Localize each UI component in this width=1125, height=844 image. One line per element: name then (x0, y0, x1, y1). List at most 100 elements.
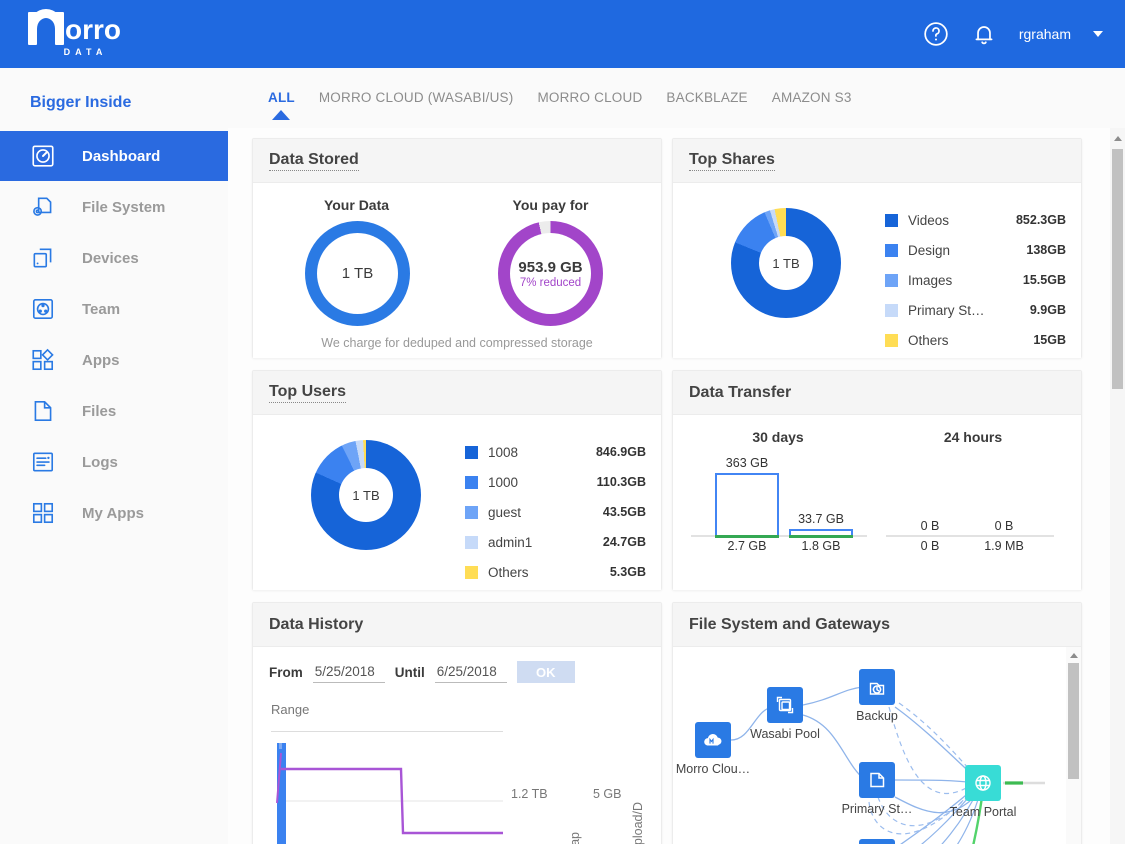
topology-node-morro-cloud[interactable]: Morro Clou… (676, 722, 750, 776)
card-body: Your Data 1 TB You pay for 953.9 GB 7% r… (253, 183, 661, 358)
legend-value: 846.9GB (595, 445, 646, 459)
data-stored-footnote: We charge for deduped and compressed sto… (321, 336, 593, 350)
sidebar-item-files[interactable]: Files (0, 386, 228, 436)
card-title: Data Transfer (689, 383, 792, 401)
legend-swatch (885, 243, 898, 257)
user-menu-label[interactable]: rgraham (1019, 26, 1071, 42)
card-title: Data Stored (269, 151, 359, 171)
sidebar-item-devices[interactable]: Devices (0, 233, 228, 283)
app-logo[interactable]: orro DATA (28, 9, 121, 57)
sidebar-item-my-apps[interactable]: My Apps (0, 488, 228, 538)
topology-node-share-2[interactable] (859, 839, 895, 844)
topology-node-label: Backup (856, 709, 898, 723)
topology-node-wasabi-pool[interactable]: Wasabi Pool (750, 687, 820, 741)
transfer-column-heading: 24 hours (943, 429, 1003, 445)
topology-node-backup[interactable]: Backup (856, 669, 898, 723)
transfer-bar-bottom-label: 1.9 MB (984, 539, 1024, 553)
sidebar-item-label: Apps (82, 351, 120, 369)
tab-amazon-s3[interactable]: AMAZON S3 (772, 90, 852, 105)
from-date-input[interactable] (312, 661, 385, 683)
card-body: From Until OK Range 1.2 TB 800 GB Cap 5 … (253, 647, 661, 844)
transfer-bar-bottom-label: 2.7 GB (727, 539, 767, 553)
chevron-down-icon[interactable] (1093, 31, 1103, 37)
topology-node-team-portal[interactable]: Team Portal (950, 765, 1016, 819)
card-body: Morro Clou… Wasabi Pool Backup Primary S… (673, 647, 1081, 844)
card-data-history: Data History From Until OK Range 1.2 (252, 602, 662, 844)
topology-scrollbar-thumb[interactable] (1068, 663, 1079, 779)
devices-icon (30, 245, 56, 271)
legend-label: Others (488, 564, 529, 580)
transfer-bar-up (715, 473, 779, 535)
sidebar-item-apps[interactable]: Apps (0, 335, 228, 385)
logo-subtext: DATA (63, 47, 108, 57)
ok-button[interactable]: OK (516, 661, 575, 683)
folder-gear-icon (30, 194, 56, 220)
tab-backblaze[interactable]: BACKBLAZE (666, 90, 747, 105)
you-pay-for-heading: You pay for (512, 197, 589, 213)
top-users-donut: 1 TB (311, 440, 421, 550)
legend-swatch (885, 213, 898, 227)
legend-value: 24.7GB (602, 535, 646, 549)
legend-swatch (885, 273, 898, 287)
tab-all[interactable]: ALL (268, 90, 295, 105)
legend-swatch (885, 303, 898, 317)
file-icon (30, 398, 56, 424)
scroll-up-arrow-icon[interactable] (1114, 136, 1122, 141)
card-header: Top Users (253, 371, 661, 415)
card-header: Data Transfer (673, 371, 1081, 415)
tab-morro-cloud-wasabi-us[interactable]: MORRO CLOUD (WASABI/US) (319, 90, 514, 105)
legend-swatch (465, 535, 478, 549)
sidebar-item-label: Devices (82, 249, 139, 267)
sidebar-item-team[interactable]: Team (0, 284, 228, 334)
card-data-transfer: Data Transfer 30 days 363 GB 2.7 GB 33.7… (672, 370, 1082, 590)
legend-label: admin1 (488, 534, 533, 550)
logo-m-icon (28, 9, 64, 45)
sidebar-item-label: Logs (82, 453, 118, 471)
bell-icon[interactable] (971, 21, 997, 47)
transfer-bar-top-label: 363 GB (725, 456, 769, 470)
transfer-bar-top-label: 0 B (920, 519, 940, 533)
sidebar-item-file-system[interactable]: File System (0, 182, 228, 232)
page-scrollbar-track[interactable] (1110, 128, 1125, 844)
legend-label: Videos (908, 212, 950, 228)
legend-value: 43.5GB (602, 505, 646, 519)
sidebar-item-dashboard[interactable]: Dashboard (0, 131, 252, 181)
transfer-column-30days: 30 days 363 GB 2.7 GB 33.7 GB 1.8 GB (683, 415, 873, 553)
card-top-users: Top Users 1 TB 1008 846.9GB 1000 110.3GB (252, 370, 662, 590)
your-data-value: 1 TB (341, 265, 374, 282)
topology-scrollbar-track[interactable] (1066, 647, 1081, 844)
card-file-system-gateways: File System and Gateways Morro Clou… Was… (672, 602, 1082, 844)
card-body: 30 days 363 GB 2.7 GB 33.7 GB 1.8 GB 24 … (673, 415, 1081, 590)
question-circle-icon[interactable] (923, 21, 949, 47)
legend-item: Images 15.5GB (885, 265, 1066, 295)
scroll-up-arrow-icon[interactable] (1070, 653, 1078, 658)
legend-value: 15GB (1033, 333, 1066, 347)
card-header: Top Shares (673, 139, 1081, 183)
sidebar-item-label: File System (82, 198, 166, 216)
range-slider-track[interactable] (271, 731, 503, 732)
you-pay-for-value: 953.9 GB (518, 258, 583, 276)
folder-doc-icon (859, 762, 895, 798)
legend-label: guest (488, 504, 522, 520)
legend-item: Videos 852.3GB (885, 205, 1066, 235)
card-title: Data History (269, 615, 364, 633)
capacity-axis-title: Cap (568, 832, 582, 844)
legend-label: 1008 (488, 444, 519, 460)
tab-morro-cloud[interactable]: MORRO CLOUD (537, 90, 642, 105)
legend-value: 15.5GB (1022, 273, 1066, 287)
legend-item: Others 15GB (885, 325, 1066, 355)
legend-item: Primary St… 9.9GB (885, 295, 1066, 325)
legend-value: 110.3GB (596, 475, 646, 489)
top-shares-donut: 1 TB (731, 208, 841, 318)
legend-item: 1008 846.9GB (465, 437, 646, 467)
topology-node-primary-storage[interactable]: Primary St… (842, 762, 912, 816)
page-scrollbar-thumb[interactable] (1112, 149, 1123, 389)
logs-icon (30, 449, 56, 475)
sidebar-nav: Dashboard File System Devices Team Apps … (0, 131, 252, 538)
sidebar-item-logs[interactable]: Logs (0, 437, 228, 487)
legend-swatch (465, 475, 478, 489)
until-date-input[interactable] (434, 661, 507, 683)
card-header: Data Stored (253, 139, 661, 183)
legend-item: admin1 24.7GB (465, 527, 646, 557)
globe-icon (965, 765, 1001, 801)
